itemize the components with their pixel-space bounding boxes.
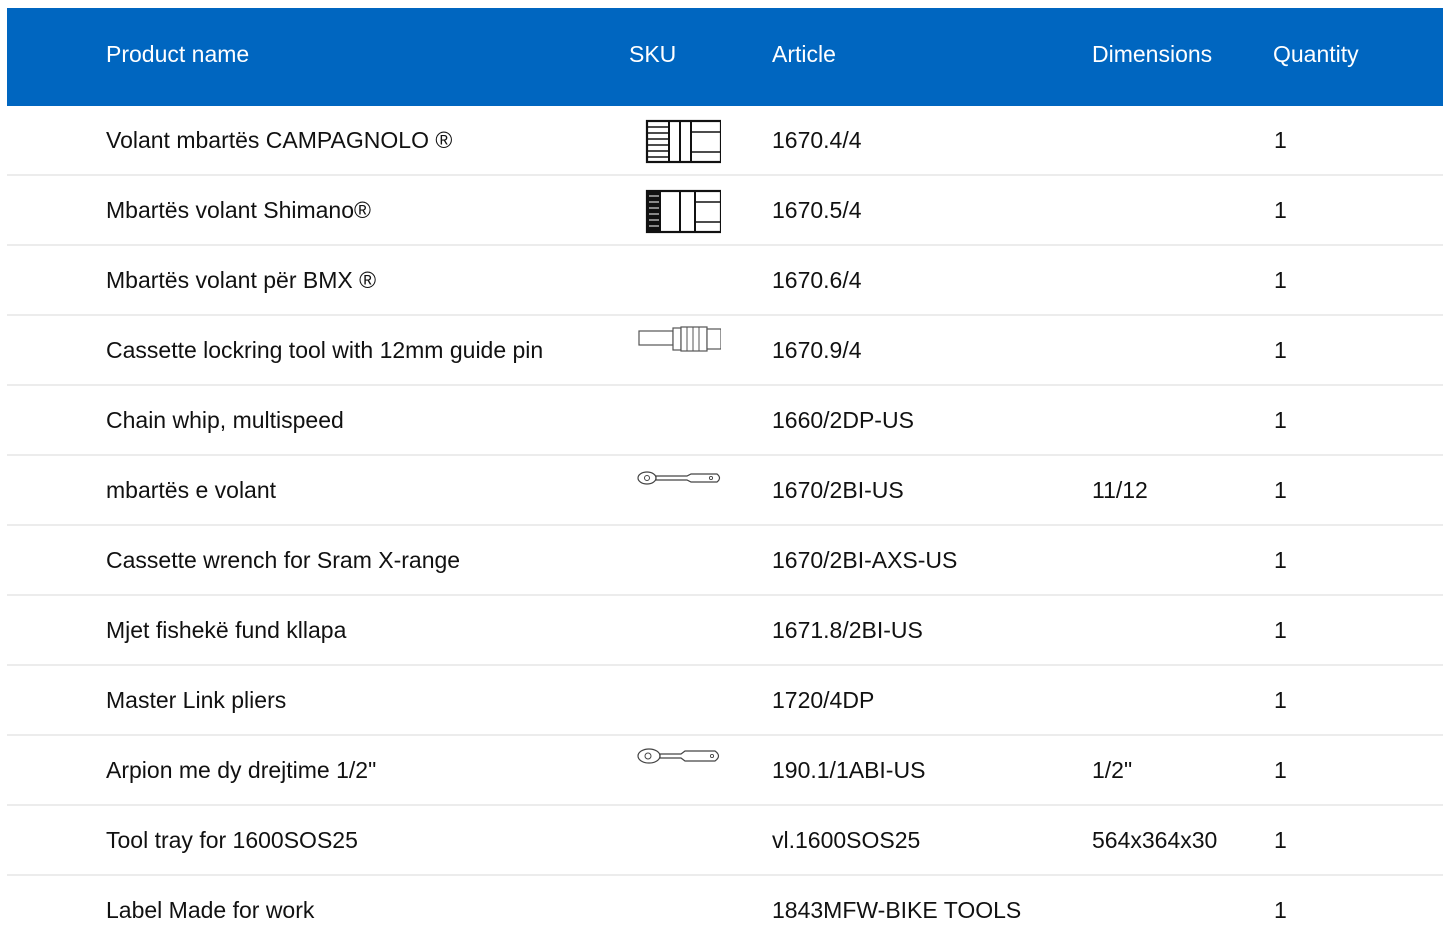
article-cell[interactable]: 1843MFW-BIKE TOOLS [772, 876, 1021, 944]
table-row: Arpion me dy drejtime 1/2" 190.1/1ABI-US… [7, 736, 1443, 806]
table-row: Label Made for work 1843MFW-BIKE TOOLS 1 [7, 876, 1443, 944]
table-row: Cassette wrench for Sram X-range 1670/2B… [7, 526, 1443, 596]
quantity-cell: 1 [1274, 687, 1287, 713]
table-row: Mbartës volant për BMX ® 1670.6/4 1 [7, 246, 1443, 316]
table-row: Tool tray for 1600SOS25 vl.1600SOS25 564… [7, 806, 1443, 876]
table-row: mbartës e volant 1670/2BI-US 11/12 1 [7, 456, 1443, 526]
quantity-cell: 1 [1274, 827, 1287, 853]
quantity-cell: 1 [1274, 267, 1287, 293]
table-header: Product name SKU Article Dimensions Quan… [7, 8, 1443, 106]
column-header-article[interactable]: Article [772, 8, 836, 100]
quantity-cell: 1 [1274, 757, 1287, 783]
article-cell[interactable]: 1670/2BI-US [772, 456, 904, 524]
freewheel-remover-icon [629, 184, 721, 234]
product-name-cell[interactable]: Mjet fishekë fund kllapa [106, 596, 346, 664]
table-row: Cassette lockring tool with 12mm guide p… [7, 316, 1443, 386]
quantity-cell: 1 [1274, 127, 1287, 153]
product-table: Product name SKU Article Dimensions Quan… [7, 8, 1443, 944]
table-row: Master Link pliers 1720/4DP 1 [7, 666, 1443, 736]
quantity-cell: 1 [1274, 617, 1287, 643]
ratchet-icon [629, 744, 721, 794]
article-cell[interactable]: 190.1/1ABI-US [772, 736, 925, 804]
column-header-sku[interactable]: SKU [629, 8, 676, 100]
product-name-cell[interactable]: Cassette lockring tool with 12mm guide p… [106, 316, 543, 384]
column-header-product-name[interactable]: Product name [106, 8, 249, 100]
article-cell[interactable]: vl.1600SOS25 [772, 806, 920, 874]
article-cell[interactable]: 1660/2DP-US [772, 386, 914, 454]
lockring-tool-icon [629, 324, 721, 374]
table-row: Mjet fishekë fund kllapa 1671.8/2BI-US 1 [7, 596, 1443, 666]
product-name-cell[interactable]: Chain whip, multispeed [106, 386, 344, 454]
quantity-cell: 1 [1274, 547, 1287, 573]
product-name-cell[interactable]: Master Link pliers [106, 666, 286, 734]
table-row: Chain whip, multispeed 1660/2DP-US 1 [7, 386, 1443, 456]
column-header-dimensions[interactable]: Dimensions [1092, 8, 1212, 100]
quantity-cell: 1 [1274, 337, 1287, 363]
product-name-cell[interactable]: Tool tray for 1600SOS25 [106, 806, 358, 874]
dimensions-cell: 564x364x30 [1092, 827, 1218, 853]
quantity-cell: 1 [1274, 477, 1287, 503]
article-cell[interactable]: 1671.8/2BI-US [772, 596, 923, 664]
table-row: Volant mbartës CAMPAGNOLO ® 1670.4/4 1 [7, 106, 1443, 176]
product-name-cell[interactable]: Label Made for work [106, 876, 314, 944]
product-name-cell[interactable]: Arpion me dy drejtime 1/2" [106, 736, 376, 804]
article-cell[interactable]: 1670.5/4 [772, 176, 862, 244]
product-name-cell[interactable]: Mbartës volant Shimano® [106, 176, 371, 244]
freewheel-remover-icon [629, 114, 721, 164]
product-name-cell[interactable]: Cassette wrench for Sram X-range [106, 526, 460, 594]
article-cell[interactable]: 1670.6/4 [772, 246, 862, 314]
quantity-cell: 1 [1274, 897, 1287, 923]
article-cell[interactable]: 1670/2BI-AXS-US [772, 526, 957, 594]
dimensions-cell: 1/2" [1092, 757, 1133, 783]
column-header-quantity[interactable]: Quantity [1273, 8, 1359, 100]
article-cell[interactable]: 1720/4DP [772, 666, 874, 734]
product-name-cell[interactable]: Volant mbartës CAMPAGNOLO ® [106, 106, 452, 174]
product-name-cell[interactable]: Mbartës volant për BMX ® [106, 246, 376, 314]
quantity-cell: 1 [1274, 407, 1287, 433]
product-name-cell[interactable]: mbartës e volant [106, 456, 276, 524]
article-cell[interactable]: 1670.4/4 [772, 106, 862, 174]
article-cell[interactable]: 1670.9/4 [772, 316, 862, 384]
dimensions-cell: 11/12 [1092, 477, 1148, 503]
quantity-cell: 1 [1274, 197, 1287, 223]
ratchet-wrench-icon [629, 464, 721, 514]
table-row: Mbartës volant Shimano® 1670.5/4 1 [7, 176, 1443, 246]
